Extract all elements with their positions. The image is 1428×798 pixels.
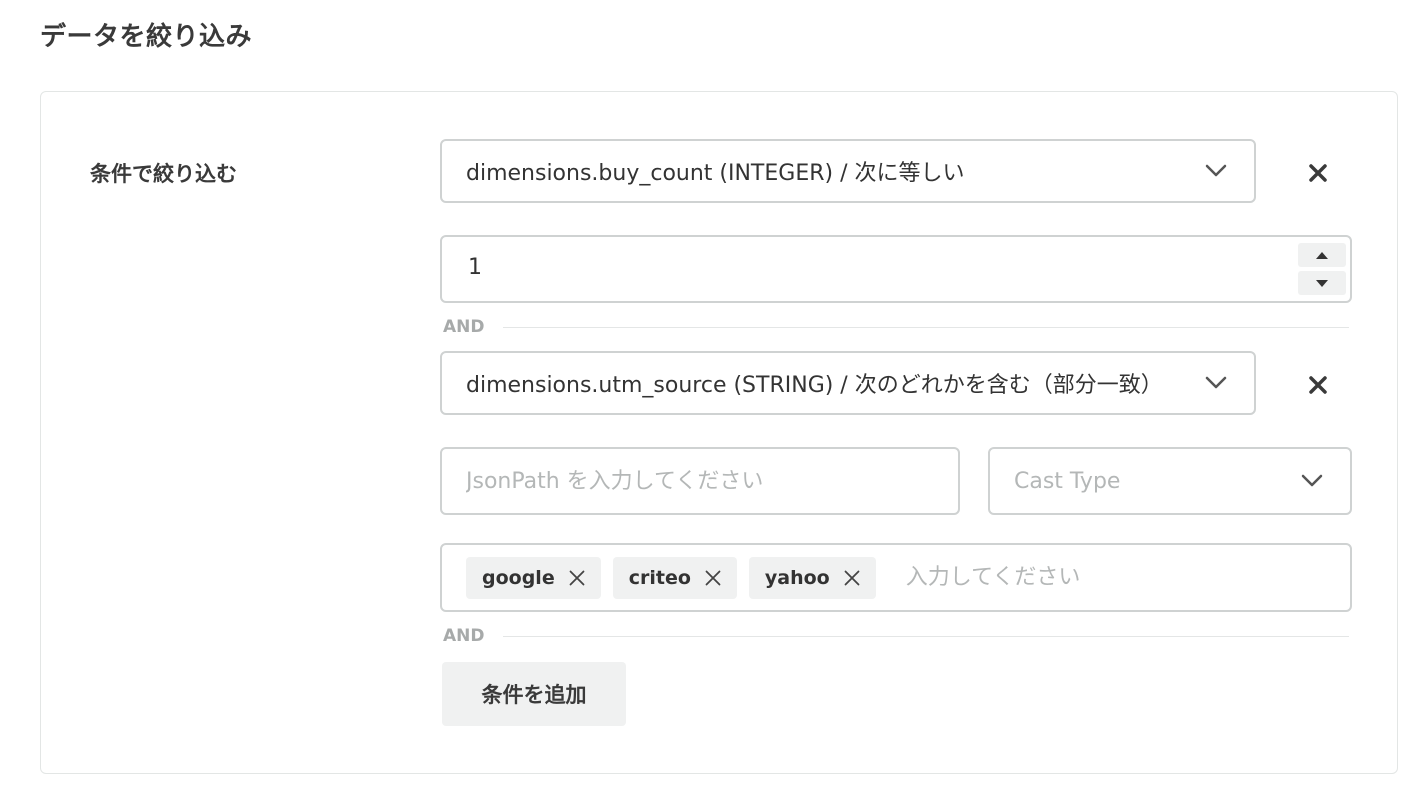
step-down-button[interactable] — [1298, 271, 1346, 295]
jsonpath-input[interactable] — [440, 447, 960, 515]
chevron-down-icon — [1196, 371, 1236, 395]
chevron-down-icon — [1292, 469, 1332, 493]
condition-1-value-input[interactable]: 1 — [440, 235, 1352, 303]
close-icon — [1309, 164, 1327, 182]
condition-1-field-select[interactable]: dimensions.buy_count (INTEGER) / 次に等しい — [440, 139, 1256, 203]
cast-type-select[interactable]: Cast Type — [988, 447, 1352, 515]
filter-section-label: 条件で絞り込む — [90, 162, 237, 186]
condition-2-field-select[interactable]: dimensions.utm_source (STRING) / 次のどれかを含… — [440, 351, 1256, 415]
close-icon[interactable] — [703, 568, 723, 588]
and-separator: AND — [443, 625, 1349, 647]
step-up-button[interactable] — [1298, 243, 1346, 267]
tag-chip: google — [466, 556, 601, 599]
cast-type-placeholder: Cast Type — [1014, 468, 1121, 494]
divider — [503, 635, 1349, 637]
and-label: AND — [443, 317, 485, 337]
close-icon[interactable] — [842, 568, 862, 588]
condition-1-value: 1 — [468, 255, 482, 280]
and-label: AND — [443, 626, 485, 646]
caret-up-icon — [1316, 251, 1328, 259]
add-condition-button[interactable]: 条件を追加 — [442, 662, 626, 726]
number-stepper — [1298, 243, 1346, 295]
condition-1-field-value: dimensions.buy_count (INTEGER) / 次に等しい — [466, 161, 965, 186]
condition-1-remove-button[interactable] — [1300, 155, 1336, 191]
divider — [503, 326, 1349, 328]
tag-input-field[interactable]: google criteo yahoo — [440, 543, 1352, 612]
chevron-down-icon — [1196, 159, 1236, 183]
condition-2-remove-button[interactable] — [1300, 367, 1336, 403]
close-icon[interactable] — [567, 568, 587, 588]
tag-label: criteo — [628, 566, 691, 589]
tag-label: google — [482, 566, 555, 589]
tag-text-input[interactable] — [903, 564, 1208, 591]
condition-2-field-value: dimensions.utm_source (STRING) / 次のどれかを含… — [466, 373, 1163, 398]
tag-chip: yahoo — [748, 556, 876, 599]
caret-down-icon — [1316, 279, 1328, 287]
and-separator: AND — [443, 316, 1349, 338]
page-title: データを絞り込み — [40, 22, 253, 52]
tag-label: yahoo — [764, 566, 830, 589]
close-icon — [1309, 376, 1327, 394]
tag-chip: criteo — [612, 556, 737, 599]
